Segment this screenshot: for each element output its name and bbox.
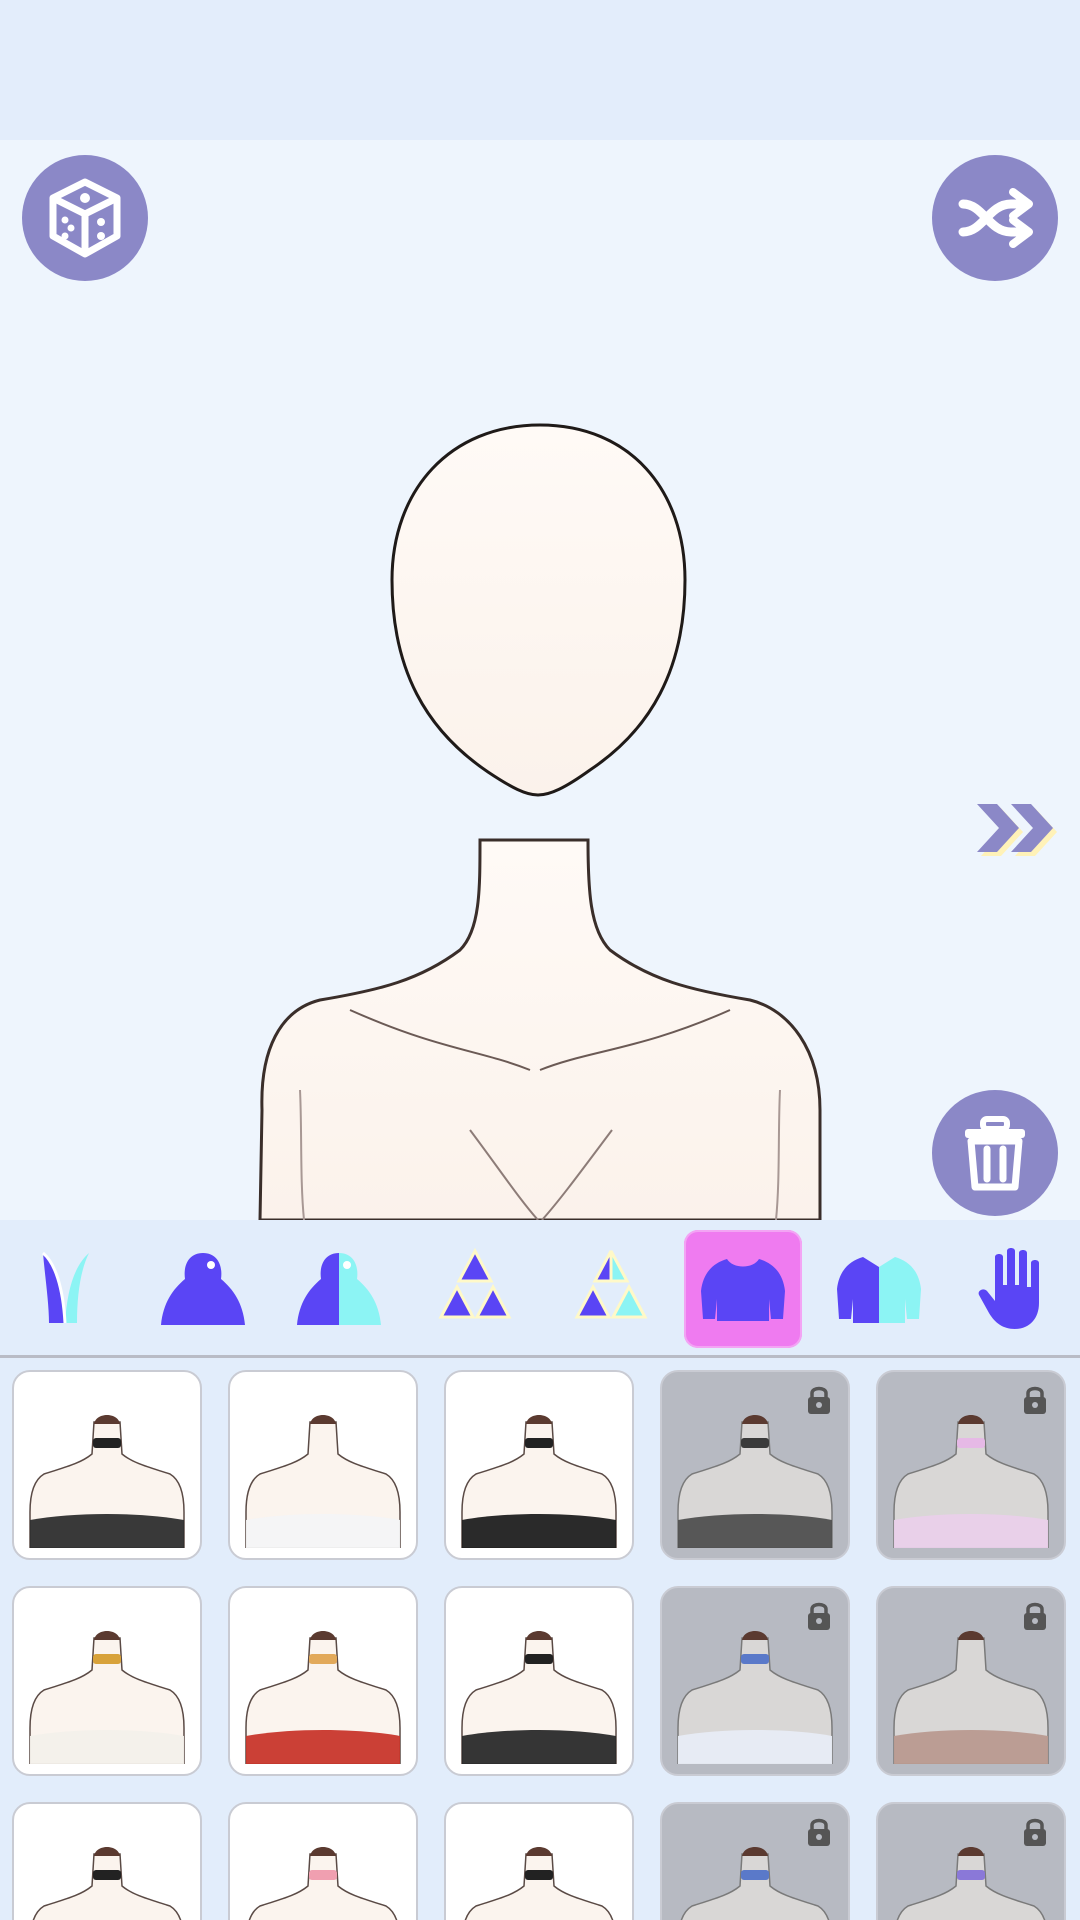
triforce-split-icon — [574, 1250, 648, 1319]
tab-triforce-split[interactable] — [552, 1230, 670, 1348]
outfit-item-pink-high-collar[interactable] — [876, 1370, 1066, 1560]
outfit-preview — [245, 1631, 401, 1764]
tab-triforce[interactable] — [416, 1230, 534, 1348]
outfit-preview — [29, 1631, 185, 1764]
character-figure — [258, 423, 822, 1220]
tab-jackets[interactable] — [820, 1230, 938, 1348]
outfit-item-blue-lace[interactable] — [660, 1802, 850, 1920]
outfit-preview — [461, 1631, 617, 1764]
lock-icon — [1024, 1818, 1046, 1846]
outfit-item-white-wrap[interactable] — [228, 1370, 418, 1560]
outfit-item-pink-bow[interactable] — [228, 1802, 418, 1920]
outfit-item-black-choker-offshoulder[interactable] — [12, 1370, 202, 1560]
random-dice-button[interactable] — [22, 155, 148, 281]
lock-icon — [808, 1386, 830, 1414]
lock-icon — [808, 1818, 830, 1846]
double-chevron-right-icon[interactable] — [975, 800, 1065, 860]
tab-gloves[interactable] — [958, 1230, 1076, 1348]
lock-icon — [1024, 1386, 1046, 1414]
outfit-preview — [32, 1847, 182, 1920]
outfit-item-pentagram-harness[interactable] — [444, 1586, 634, 1776]
dice-icon — [49, 178, 121, 258]
outfit-item-egyptian-collar[interactable] — [12, 1586, 202, 1776]
outfit-item-spiked-collar[interactable] — [444, 1802, 634, 1920]
triforce-icon — [438, 1247, 512, 1319]
outfit-preview — [461, 1415, 617, 1548]
tab-headwear[interactable] — [8, 1230, 126, 1348]
outfit-preview — [29, 1415, 185, 1548]
outfit-item-blue-ribbon-lace[interactable] — [660, 1586, 850, 1776]
outfit-item-red-sash-halter[interactable] — [228, 1586, 418, 1776]
shuffle-icon — [958, 188, 1033, 248]
tab-body[interactable] — [144, 1230, 262, 1348]
tab-half-body[interactable] — [280, 1230, 398, 1348]
lock-icon — [808, 1602, 830, 1630]
bunny-ears-icon — [41, 1251, 89, 1324]
body-icon — [161, 1253, 245, 1325]
outfit-preview — [248, 1847, 398, 1920]
top-shirt-icon — [701, 1259, 785, 1321]
delete-button[interactable] — [932, 1090, 1058, 1216]
item-grid — [0, 1358, 1080, 1920]
shuffle-button[interactable] — [932, 155, 1058, 281]
hand-glove-icon — [978, 1248, 1039, 1329]
outfit-item-black-ribbon[interactable] — [12, 1802, 202, 1920]
tab-tops[interactable] — [684, 1230, 802, 1348]
lock-icon — [1024, 1602, 1046, 1630]
outfit-preview — [464, 1847, 614, 1920]
half-body-icon — [297, 1253, 381, 1325]
trash-icon — [965, 1116, 1025, 1191]
category-tabs — [0, 1220, 1080, 1358]
outfit-preview — [245, 1415, 401, 1548]
outfit-item-black-strap-bikini[interactable] — [444, 1370, 634, 1560]
status-bar — [0, 0, 1080, 140]
character-stage — [0, 140, 1080, 1220]
outfit-item-purple-collar[interactable] — [876, 1802, 1066, 1920]
outfit-item-plaid-red-bow[interactable] — [876, 1586, 1066, 1776]
outfit-item-fur-collar[interactable] — [660, 1370, 850, 1560]
jacket-icon — [837, 1257, 921, 1323]
